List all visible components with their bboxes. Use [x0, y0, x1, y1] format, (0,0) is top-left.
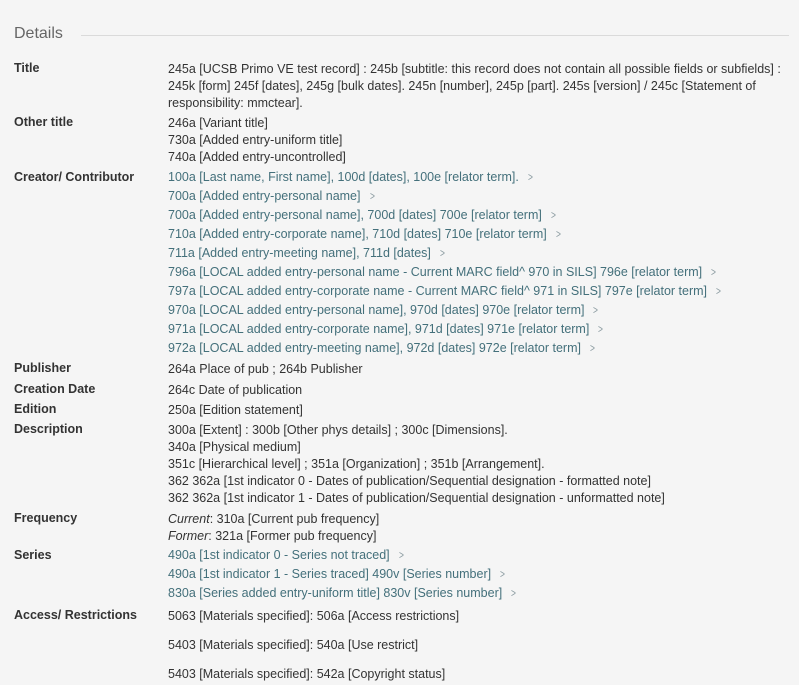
creator-link[interactable]: 796a [LOCAL added entry-personal name - …	[168, 263, 789, 282]
access-values: 5063 [Materials specified]: 506a [Access…	[168, 608, 789, 683]
creation-date-value: 264c Date of publication	[168, 383, 303, 397]
creator-link[interactable]: 970a [LOCAL added entry-personal name], …	[168, 301, 789, 320]
title-values: 245a [UCSB Primo VE test record] : 245b …	[168, 61, 789, 112]
header-divider	[80, 34, 789, 36]
chevron-right-icon: >	[550, 208, 556, 222]
chevron-right-icon: >	[711, 265, 717, 279]
creation-date-label: Creation Date	[14, 382, 96, 396]
series-link[interactable]: 830a [Series added entry-uniform title] …	[168, 584, 789, 603]
publisher-values: 264a Place of pub ; 264b Publisher	[168, 361, 789, 378]
edition-label: Edition	[14, 402, 57, 416]
description-label: Description	[14, 422, 83, 436]
creator-label: Creator/ Contributor	[14, 170, 135, 184]
frequency-former: Former: 321a [Former pub frequency]	[168, 529, 377, 543]
edition-values: 250a [Edition statement]	[168, 402, 789, 419]
creator-link[interactable]: 972a [LOCAL added entry-meeting name], 9…	[168, 339, 789, 358]
creator-link[interactable]: 710a [Added entry-corporate name], 710d …	[168, 225, 789, 244]
description-value: 362 362a [1st indicator 1 - Dates of pub…	[168, 491, 665, 505]
access-value: 5403 [Materials specified]: 540a [Use re…	[168, 638, 419, 652]
other-title-value: 730a [Added entry-uniform title]	[168, 133, 343, 147]
creator-link[interactable]: 971a [LOCAL added entry-corporate name],…	[168, 320, 789, 339]
creator-link[interactable]: 700a [Added entry-personal name] >	[168, 187, 789, 206]
chevron-right-icon: >	[511, 586, 517, 600]
description-value: 300a [Extent] : 300b [Other phys details…	[168, 423, 508, 437]
creator-link[interactable]: 797a [LOCAL added entry-corporate name -…	[168, 282, 789, 301]
creator-link[interactable]: 711a [Added entry-meeting name], 711d [d…	[168, 244, 789, 263]
details-heading: Details	[14, 25, 63, 42]
details-section-header: Details	[14, 25, 789, 43]
series-links: 490a [1st indicator 0 - Series not trace…	[168, 546, 789, 603]
creator-links: 100a [Last name, First name], 100d [date…	[168, 168, 789, 358]
chevron-right-icon: >	[555, 227, 561, 241]
chevron-right-icon: >	[369, 189, 375, 203]
access-value: 5403 [Materials specified]: 542a [Copyri…	[168, 667, 446, 681]
series-link[interactable]: 490a [1st indicator 1 - Series traced] 4…	[168, 565, 789, 584]
publisher-label: Publisher	[14, 361, 71, 375]
series-link[interactable]: 490a [1st indicator 0 - Series not trace…	[168, 546, 789, 565]
frequency-values: Current: 310a [Current pub frequency] Fo…	[168, 511, 789, 545]
creation-date-values: 264c Date of publication	[168, 382, 789, 399]
creator-link[interactable]: 700a [Added entry-personal name], 700d […	[168, 206, 789, 225]
frequency-label: Frequency	[14, 511, 78, 525]
chevron-right-icon: >	[598, 322, 604, 336]
chevron-right-icon: >	[593, 303, 599, 317]
access-label: Access/ Restrictions	[14, 608, 137, 622]
title-value: 245a [UCSB Primo VE test record] : 245b …	[168, 62, 781, 110]
other-title-value: 246a [Variant title]	[168, 116, 268, 130]
chevron-right-icon: >	[439, 246, 445, 260]
access-value: 5063 [Materials specified]: 506a [Access…	[168, 609, 460, 623]
description-value: 351c [Hierarchical level] ; 351a [Organi…	[168, 457, 545, 471]
title-label: Title	[14, 61, 40, 75]
other-title-label: Other title	[14, 115, 74, 129]
description-values: 300a [Extent] : 300b [Other phys details…	[168, 422, 789, 507]
edition-value: 250a [Edition statement]	[168, 403, 303, 417]
frequency-current: Current: 310a [Current pub frequency]	[168, 512, 380, 526]
chevron-right-icon: >	[590, 341, 595, 355]
other-title-value: 740a [Added entry-uncontrolled]	[168, 150, 346, 164]
creator-link[interactable]: 100a [Last name, First name], 100d [date…	[168, 168, 789, 187]
description-value: 362 362a [1st indicator 0 - Dates of pub…	[168, 474, 651, 488]
publisher-value: 264a Place of pub ; 264b Publisher	[168, 362, 363, 376]
description-value: 340a [Physical medium]	[168, 440, 301, 454]
chevron-right-icon: >	[716, 284, 721, 298]
series-label: Series	[14, 548, 52, 562]
chevron-right-icon: >	[527, 170, 533, 184]
chevron-right-icon: >	[500, 567, 506, 581]
other-title-values: 246a [Variant title] 730a [Added entry-u…	[168, 115, 789, 166]
chevron-right-icon: >	[398, 548, 404, 562]
